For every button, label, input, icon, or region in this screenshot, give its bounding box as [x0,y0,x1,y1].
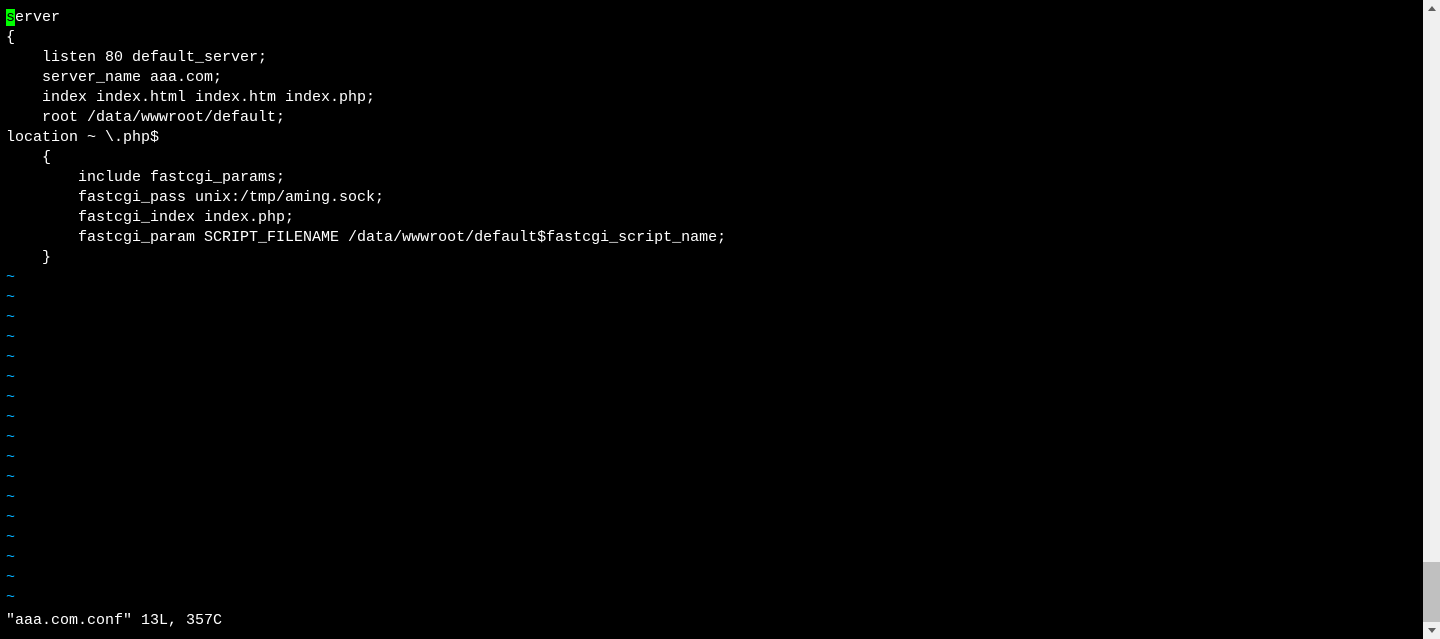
scrollbar-thumb[interactable] [1423,562,1440,622]
status-line: "aaa.com.conf" 13L, 357C [6,611,222,631]
code-line-10: fastcgi_pass unix:/tmp/aming.sock; [6,188,1417,208]
scrollbar-down-arrow[interactable] [1423,622,1440,639]
code-line-2: { [6,28,1417,48]
code-line-3: listen 80 default_server; [6,48,1417,68]
empty-line-tilde: ~ [6,468,1417,488]
empty-line-tilde: ~ [6,288,1417,308]
empty-line-tilde: ~ [6,548,1417,568]
empty-line-tilde: ~ [6,368,1417,388]
code-line-4: server_name aaa.com; [6,68,1417,88]
empty-line-tilde: ~ [6,328,1417,348]
code-line-5: index index.html index.htm index.php; [6,88,1417,108]
scrollbar-up-arrow[interactable] [1423,0,1440,17]
empty-line-tilde: ~ [6,428,1417,448]
code-line-6: root /data/wwwroot/default; [6,108,1417,128]
empty-line-tilde: ~ [6,308,1417,328]
code-line-13: } [6,248,1417,268]
code-line-9: include fastcgi_params; [6,168,1417,188]
empty-line-tilde: ~ [6,528,1417,548]
empty-line-tilde: ~ [6,588,1417,608]
empty-line-tilde: ~ [6,448,1417,468]
chevron-down-icon [1428,628,1436,633]
scrollbar-track[interactable] [1423,17,1440,622]
empty-line-tilde: ~ [6,268,1417,288]
code-line-11: fastcgi_index index.php; [6,208,1417,228]
empty-line-tilde: ~ [6,388,1417,408]
chevron-up-icon [1428,6,1436,11]
empty-line-tilde: ~ [6,348,1417,368]
code-line-8: { [6,148,1417,168]
empty-line-tilde: ~ [6,408,1417,428]
code-line-7: location ~ \.php$ [6,128,1417,148]
editor-content: server { listen 80 default_server; serve… [6,8,1417,608]
scrollbar[interactable] [1423,0,1440,639]
cursor: s [6,9,15,26]
code-line-12: fastcgi_param SCRIPT_FILENAME /data/wwwr… [6,228,1417,248]
empty-line-tilde: ~ [6,508,1417,528]
empty-line-tilde: ~ [6,568,1417,588]
empty-lines-container: ~~~~~~~~~~~~~~~~~ [6,268,1417,608]
terminal-editor[interactable]: server { listen 80 default_server; serve… [0,0,1423,639]
empty-line-tilde: ~ [6,488,1417,508]
code-line-1: server [6,8,1417,28]
